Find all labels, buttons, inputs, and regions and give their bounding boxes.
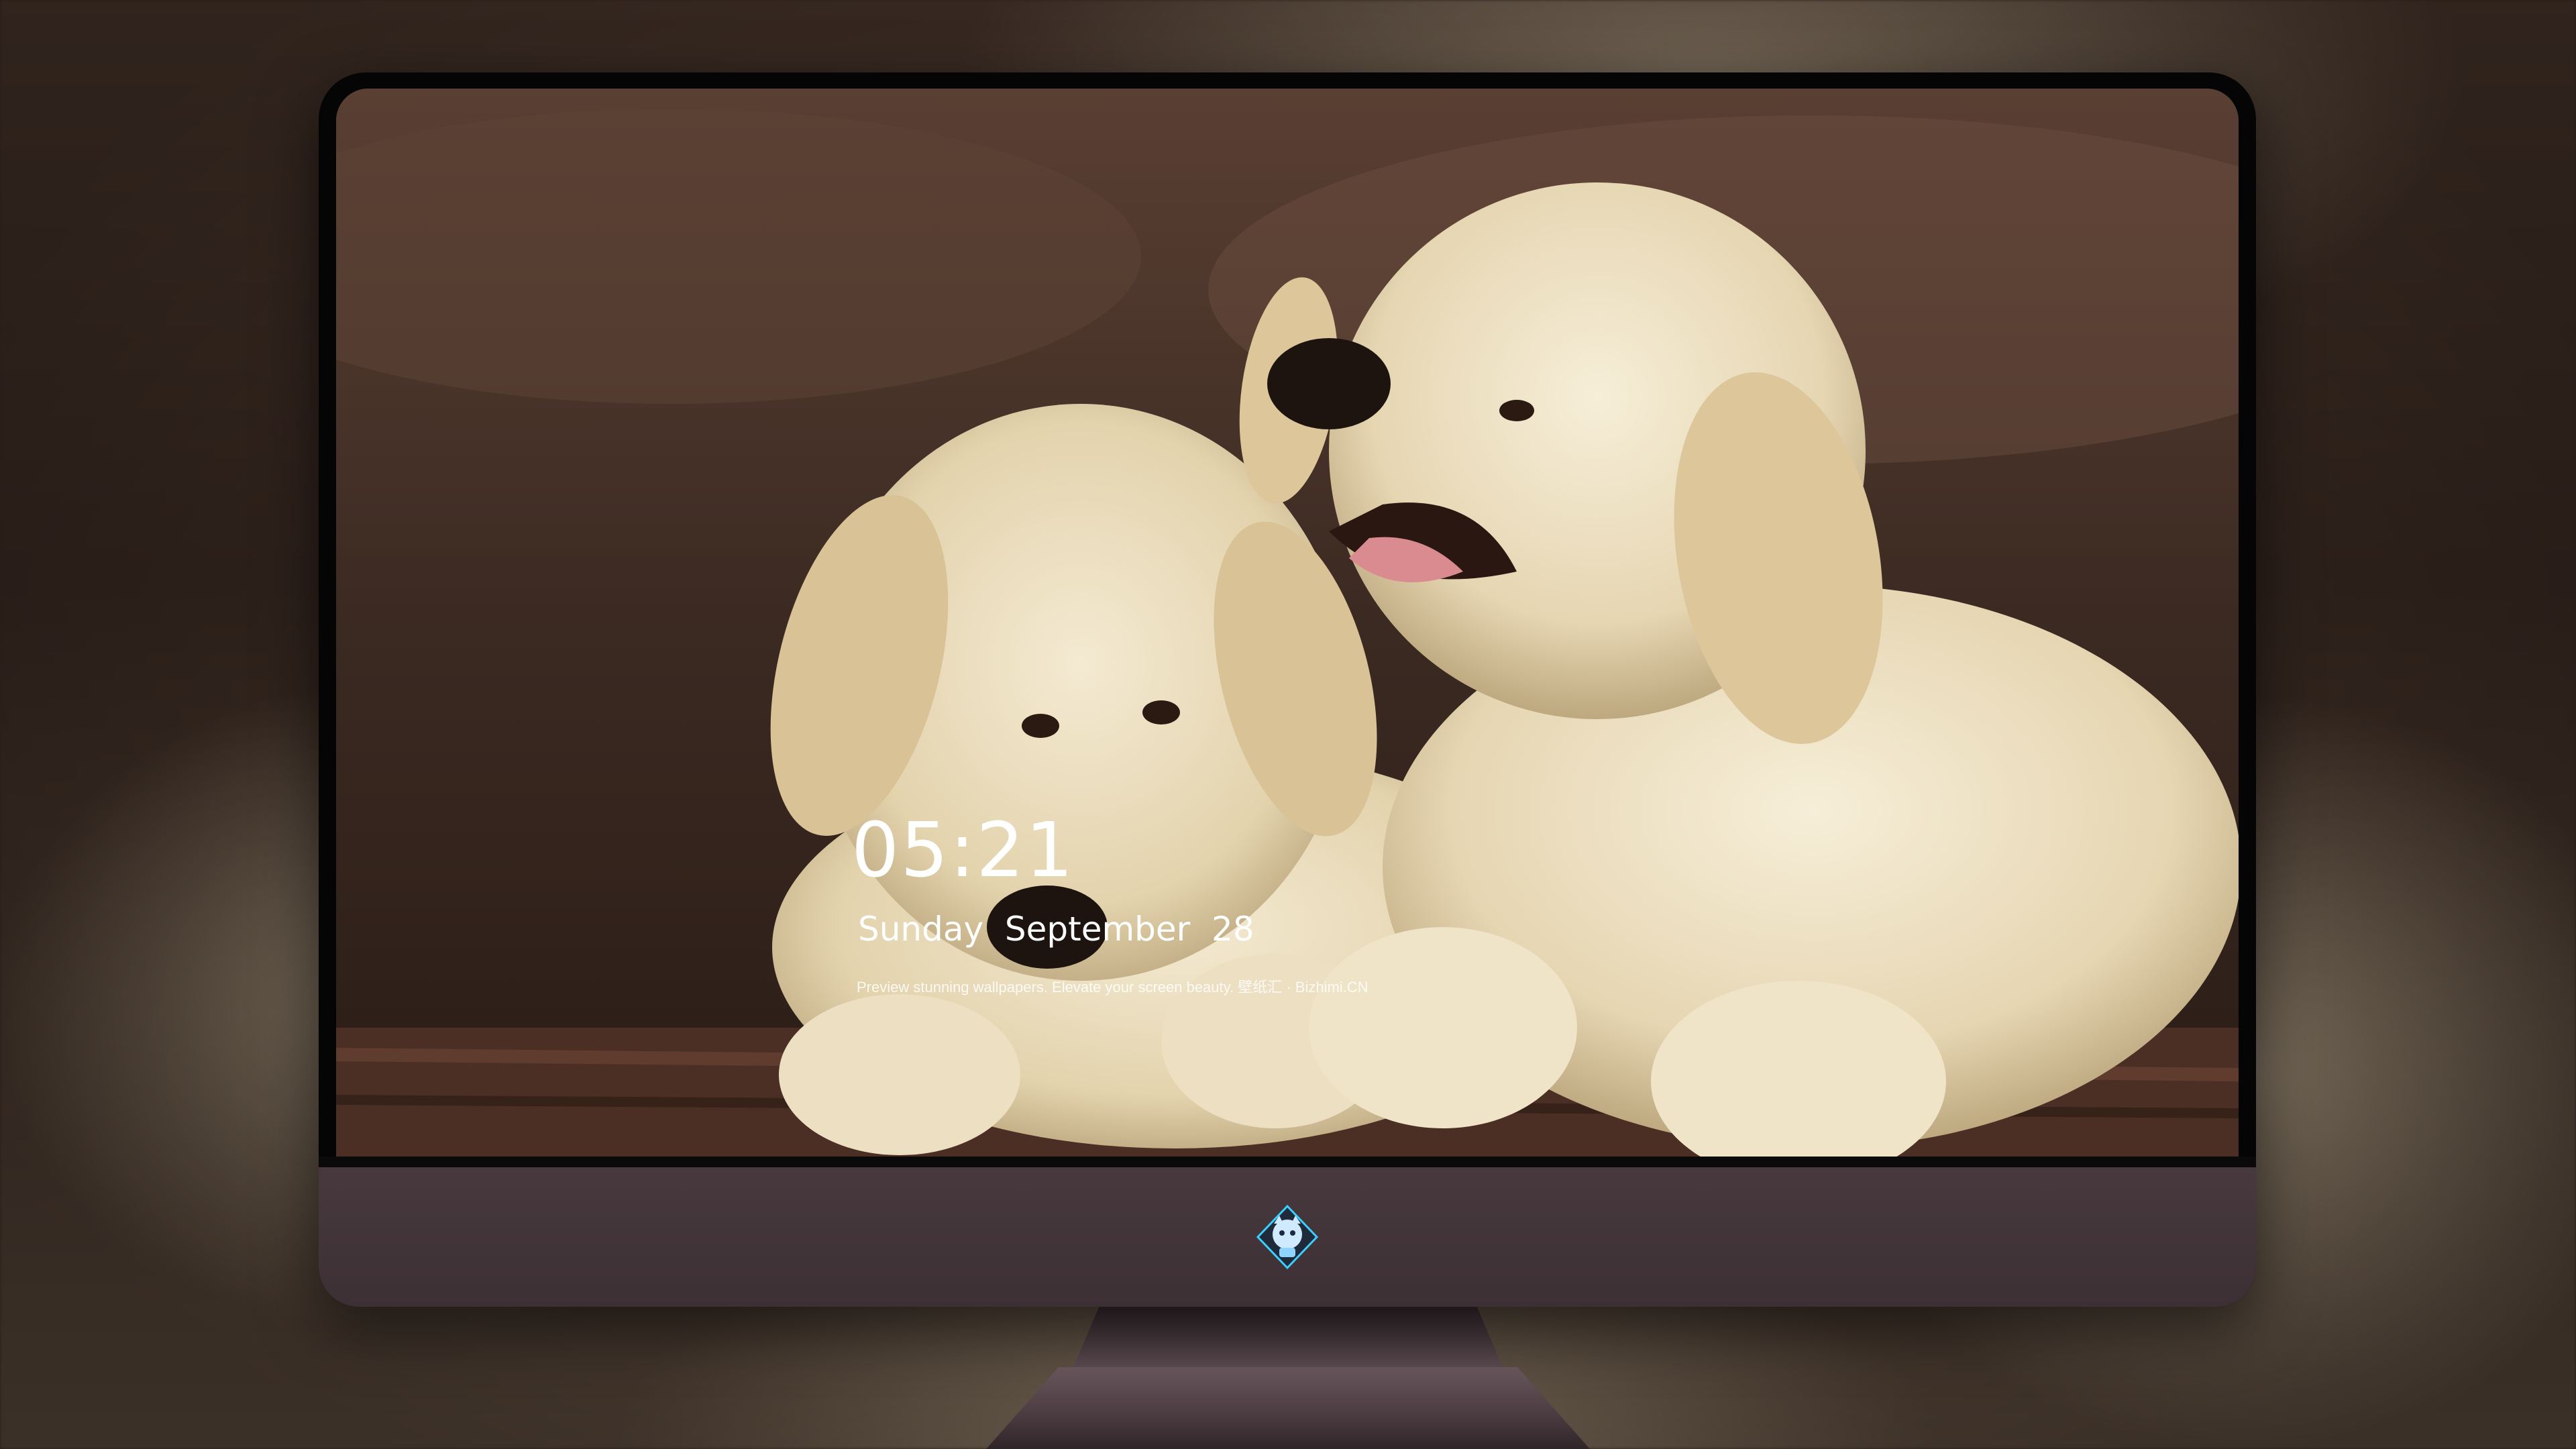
mascot-logo-icon [1254,1203,1321,1271]
monitor-chin [319,1167,2256,1307]
lock-screen: 05:21 Sunday September 28 Preview stunni… [336,89,2239,1157]
monitor-stand-neck [1073,1307,1503,1367]
lock-date: Sunday September 28 [858,910,1254,949]
monitor: 05:21 Sunday September 28 Preview stunni… [319,72,2256,1307]
screen-bezel-bottom [319,1157,2256,1167]
monitor-stand-base [986,1367,1590,1449]
lock-clock: 05:21 [851,807,1075,894]
wallpaper-tagline: Preview stunning wallpapers. Elevate you… [857,979,1368,996]
